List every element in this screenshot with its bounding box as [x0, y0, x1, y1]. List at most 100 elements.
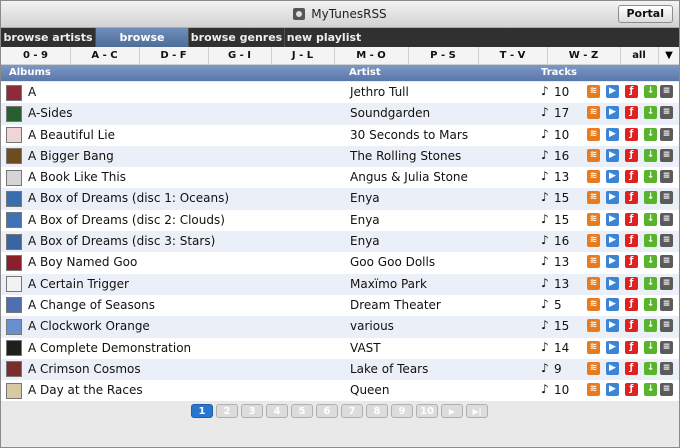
info-icon[interactable]: ≡ [660, 319, 673, 333]
download-icon[interactable]: ↓ [644, 170, 657, 184]
tab-browse-artists[interactable]: browse artists [1, 28, 95, 47]
play-icon[interactable]: ▶ [606, 234, 619, 248]
play-icon[interactable]: ▶ [606, 340, 619, 354]
download-icon[interactable]: ↓ [644, 319, 657, 333]
artist-name[interactable]: Angus & Julia Stone [350, 170, 468, 184]
alpha-p-s[interactable]: P - S [408, 47, 479, 64]
tab-browse-albums[interactable]: browse albums [96, 28, 188, 63]
page-button[interactable]: 10 [416, 404, 438, 418]
play-icon[interactable]: ▶ [606, 191, 619, 205]
info-icon[interactable]: ≡ [660, 106, 673, 120]
info-icon[interactable]: ≡ [660, 127, 673, 141]
download-icon[interactable]: ↓ [644, 127, 657, 141]
download-icon[interactable]: ↓ [644, 106, 657, 120]
info-icon[interactable]: ≡ [660, 276, 673, 290]
flash-icon[interactable]: ƒ [625, 170, 638, 184]
table-row[interactable]: A Box of Dreams (disc 3: Stars) Enya ♪ 16 ≋ ▶… [1, 231, 679, 253]
page-button[interactable]: 6 [316, 404, 338, 418]
alpha-w-z[interactable]: W - Z [547, 47, 621, 64]
album-name[interactable]: A Box of Dreams (disc 1: Oceans) [28, 191, 229, 205]
flash-icon[interactable]: ƒ [625, 361, 638, 375]
rss-feed-icon[interactable]: ≋ [587, 383, 600, 397]
artist-name[interactable]: Goo Goo Dolls [350, 255, 435, 269]
page-button[interactable]: 4 [266, 404, 288, 418]
alpha-g-i[interactable]: G - I [208, 47, 272, 64]
album-name[interactable]: A Clockwork Orange [28, 319, 150, 333]
download-icon[interactable]: ↓ [644, 361, 657, 375]
flash-icon[interactable]: ƒ [625, 106, 638, 120]
table-row[interactable]: A Jethro Tull ♪ 10 ≋ ▶ ƒ ↓ ≡ [1, 82, 679, 104]
album-name[interactable]: A Box of Dreams (disc 2: Clouds) [28, 213, 225, 227]
artist-name[interactable]: various [350, 319, 394, 333]
play-icon[interactable]: ▶ [606, 276, 619, 290]
album-name[interactable]: A Bigger Bang [28, 149, 114, 163]
table-row[interactable]: A Box of Dreams (disc 2: Clouds) Enya ♪ 15 ≋… [1, 209, 679, 232]
album-name[interactable]: A Boy Named Goo [28, 255, 137, 269]
page-button[interactable]: 8 [366, 404, 388, 418]
table-row[interactable]: A Book Like This Angus & Julia Stone ♪ 13 ≋ ▶… [1, 167, 679, 189]
tab-new-playlist[interactable]: new playlist [285, 28, 363, 47]
info-icon[interactable]: ≡ [660, 361, 673, 375]
alpha-t-v[interactable]: T - V [478, 47, 548, 64]
artist-name[interactable]: 30 Seconds to Mars [350, 128, 468, 142]
play-icon[interactable]: ▶ [606, 85, 619, 98]
artist-name[interactable]: Enya [350, 191, 380, 205]
play-icon[interactable]: ▶ [606, 319, 619, 333]
alpha-m-o[interactable]: M - O [334, 47, 409, 64]
album-name[interactable]: A-Sides [28, 106, 72, 120]
artist-name[interactable]: Enya [350, 234, 380, 248]
album-name[interactable]: A Day at the Races [28, 383, 143, 397]
table-row[interactable]: A Complete Demonstration VAST ♪ 14 ≋ ▶ ƒ ↓ ≡ [1, 337, 679, 359]
download-icon[interactable]: ↓ [644, 276, 657, 290]
artist-name[interactable]: VAST [350, 341, 381, 355]
rss-feed-icon[interactable]: ≋ [587, 191, 600, 205]
album-name[interactable]: A Box of Dreams (disc 3: Stars) [28, 234, 215, 248]
page-button[interactable]: 9 [391, 404, 413, 418]
download-icon[interactable]: ↓ [644, 85, 657, 98]
rss-feed-icon[interactable]: ≋ [587, 361, 600, 375]
download-icon[interactable]: ↓ [644, 297, 657, 311]
flash-icon[interactable]: ƒ [625, 85, 638, 98]
rss-feed-icon[interactable]: ≋ [587, 170, 600, 184]
flash-icon[interactable]: ƒ [625, 276, 638, 290]
alpha-0-9[interactable]: 0 - 9 [1, 47, 71, 64]
info-icon[interactable]: ≡ [660, 340, 673, 354]
flash-icon[interactable]: ƒ [625, 234, 638, 248]
album-name[interactable]: A Complete Demonstration [28, 341, 191, 355]
table-row[interactable]: A Certain Trigger Maxïmo Park ♪ 13 ≋ ▶ ƒ ↓ ≡ [1, 273, 679, 295]
table-row[interactable]: A Boy Named Goo Goo Goo Dolls ♪ 13 ≋ ▶ ƒ ↓ ≡ [1, 252, 679, 274]
table-row[interactable]: A-Sides Soundgarden ♪ 17 ≋ ▶ ƒ ↓ ≡ [1, 103, 679, 125]
flash-icon[interactable]: ƒ [625, 255, 638, 269]
play-icon[interactable]: ▶ [606, 383, 619, 397]
play-icon[interactable]: ▶ [606, 106, 619, 120]
table-row[interactable]: A Clockwork Orange various ♪ 15 ≋ ▶ ƒ ↓ ≡ [1, 316, 679, 338]
page-button[interactable]: 7 [341, 404, 363, 418]
rss-feed-icon[interactable]: ≋ [587, 85, 600, 98]
flash-icon[interactable]: ƒ [625, 212, 638, 226]
download-icon[interactable]: ↓ [644, 255, 657, 269]
artist-name[interactable]: Lake of Tears [350, 362, 428, 376]
info-icon[interactable]: ≡ [660, 297, 673, 311]
info-icon[interactable]: ≡ [660, 212, 673, 226]
page-button[interactable]: 2 [216, 404, 238, 418]
info-icon[interactable]: ≡ [660, 234, 673, 248]
album-name[interactable]: A Crimson Cosmos [28, 362, 141, 376]
column-albums[interactable]: Albums [9, 67, 51, 78]
alpha-all[interactable]: all [620, 47, 659, 64]
table-row[interactable]: A Beautiful Lie 30 Seconds to Mars ♪ 10 ≋ ▶ ƒ ↓… [1, 124, 679, 146]
filter-funnel-icon[interactable]: ▼ [659, 47, 679, 64]
tab-browse-genres[interactable]: browse genres [189, 28, 284, 47]
column-artist[interactable]: Artist [349, 67, 381, 78]
info-icon[interactable]: ≡ [660, 85, 673, 98]
download-icon[interactable]: ↓ [644, 234, 657, 248]
artist-name[interactable]: Enya [350, 213, 380, 227]
flash-icon[interactable]: ƒ [625, 127, 638, 141]
rss-feed-icon[interactable]: ≋ [587, 127, 600, 141]
page-button[interactable]: 3 [241, 404, 263, 418]
flash-icon[interactable]: ƒ [625, 297, 638, 311]
download-icon[interactable]: ↓ [644, 148, 657, 162]
rss-feed-icon[interactable]: ≋ [587, 255, 600, 269]
rss-feed-icon[interactable]: ≋ [587, 106, 600, 120]
play-icon[interactable]: ▶ [606, 170, 619, 184]
rss-feed-icon[interactable]: ≋ [587, 276, 600, 290]
